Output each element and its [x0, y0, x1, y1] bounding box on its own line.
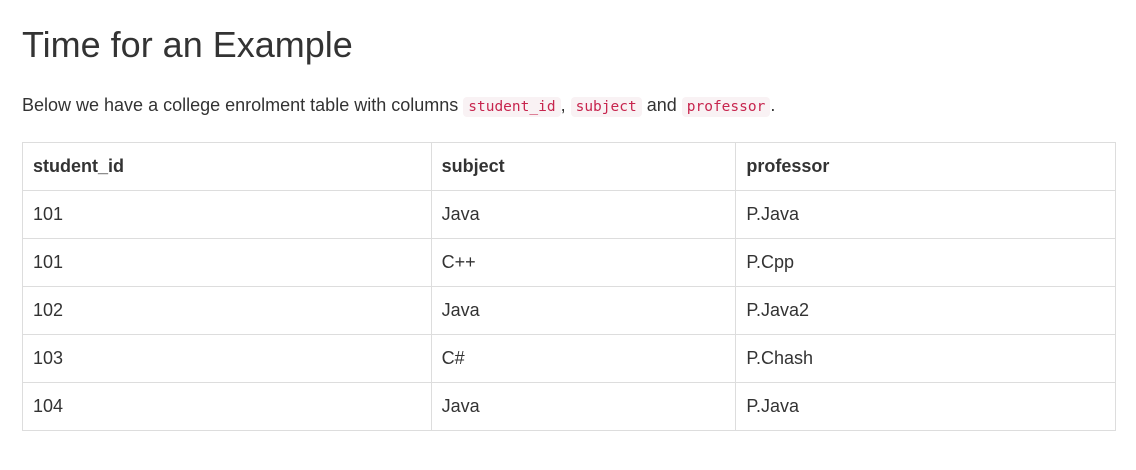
description-paragraph: Below we have a college enrolment table … — [22, 92, 775, 120]
cell-student-id: 104 — [22, 382, 432, 431]
cell-subject: C# — [430, 334, 737, 383]
code-subject: subject — [570, 97, 642, 117]
cell-student-id: 101 — [22, 238, 432, 287]
cell-professor: P.Chash — [735, 334, 1116, 383]
table-row: 104 Java P.Java — [22, 382, 1116, 431]
column-header-student-id: student_id — [22, 142, 432, 191]
column-header-subject: subject — [430, 142, 737, 191]
code-student-id: student_id — [463, 97, 561, 117]
cell-student-id: 103 — [22, 334, 432, 383]
description-separator: , — [560, 95, 566, 115]
table-row: 101 C++ P.Cpp — [22, 238, 1116, 287]
cell-subject: C++ — [430, 238, 737, 287]
description-and: and — [641, 95, 682, 115]
cell-student-id: 101 — [22, 190, 432, 239]
cell-professor: P.Cpp — [735, 238, 1116, 287]
table-row: 101 Java P.Java — [22, 190, 1116, 239]
description-text: Below we have a college enrolment table … — [22, 95, 464, 115]
cell-subject: Java — [430, 382, 737, 431]
column-header-professor: professor — [735, 142, 1116, 191]
cell-professor: P.Java — [735, 190, 1116, 239]
cell-professor: P.Java — [735, 382, 1116, 431]
table-header: student_id subject professor — [22, 142, 1116, 191]
description-end: . — [770, 95, 776, 115]
page-title: Time for an Example — [22, 24, 353, 65]
cell-subject: Java — [430, 286, 737, 335]
table-body: 101 Java P.Java 101 C++ P.Cpp 102 Java P… — [22, 190, 1116, 431]
page: { "heading": "Time for an Example", "des… — [0, 0, 1136, 470]
code-professor: professor — [681, 97, 771, 117]
cell-subject: Java — [430, 190, 737, 239]
cell-professor: P.Java2 — [735, 286, 1116, 335]
cell-student-id: 102 — [22, 286, 432, 335]
table-row: 103 C# P.Chash — [22, 334, 1116, 383]
table-row: 102 Java P.Java2 — [22, 286, 1116, 335]
enrolment-table: student_id subject professor 101 Java P.… — [22, 142, 1116, 431]
table-header-row: student_id subject professor — [22, 142, 1116, 191]
